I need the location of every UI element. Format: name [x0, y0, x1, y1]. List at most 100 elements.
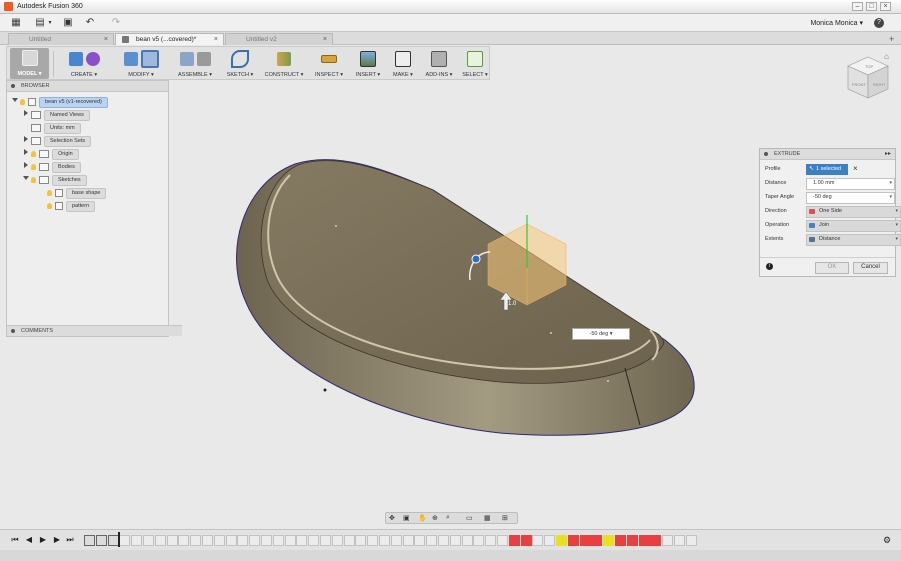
timeline-feature[interactable] [107, 535, 119, 546]
make-menu[interactable]: MAKE ▾ [387, 49, 419, 79]
maximize-button[interactable]: □ [866, 2, 877, 11]
timeline-feature[interactable] [497, 535, 508, 546]
timeline-feature[interactable] [520, 535, 532, 546]
timeline-marker[interactable] [118, 532, 120, 547]
timeline-feature[interactable] [508, 535, 520, 546]
direction-select[interactable]: One Side ▾ [806, 206, 901, 218]
timeline-feature[interactable] [567, 535, 579, 546]
timeline-feature[interactable] [355, 535, 367, 546]
expand-dialog-icon[interactable]: ▸▸ [885, 149, 891, 159]
redo-icon[interactable]: ↷ [110, 17, 122, 29]
visibility-bulb-icon[interactable] [20, 98, 25, 105]
workspace-switcher[interactable]: MODEL ▾ [10, 48, 49, 79]
profile-selection-button[interactable]: ↖ 1 selected [806, 164, 848, 175]
browser-item-units[interactable]: Units: mm [31, 123, 81, 134]
fit-icon[interactable]: ⌕ [446, 514, 450, 522]
comments-header[interactable]: COMMENTS [7, 325, 182, 336]
collapse-dot-icon[interactable] [764, 152, 768, 156]
timeline-feature[interactable] [331, 535, 343, 546]
timeline-feature[interactable] [178, 535, 190, 546]
expand-arrow-icon[interactable] [24, 162, 28, 168]
tab-bean[interactable]: bean v5 (...covered)* × [115, 33, 224, 45]
timeline-feature[interactable] [615, 535, 626, 546]
timeline-feature[interactable] [579, 535, 591, 546]
browser-item-selection-sets[interactable]: Selection Sets [24, 136, 92, 147]
close-tab-icon[interactable]: × [214, 34, 218, 45]
bean-body[interactable] [236, 159, 695, 436]
grid-settings-icon[interactable]: ▦ [484, 514, 491, 522]
browser-item-sketches[interactable]: Sketches [23, 175, 87, 186]
timeline-feature[interactable] [556, 535, 567, 546]
timeline-feature[interactable] [461, 535, 473, 546]
timeline-feature[interactable] [532, 535, 544, 546]
timeline-feature[interactable] [650, 535, 662, 546]
orbit-icon[interactable]: ✥ [389, 514, 395, 522]
taper-angle-input[interactable]: -50 deg ▾ [572, 328, 630, 340]
timeline-feature[interactable] [626, 535, 638, 546]
close-tab-icon[interactable]: × [104, 34, 108, 45]
assemble-menu[interactable]: ASSEMBLE ▾ [171, 49, 219, 79]
collapse-dot-icon[interactable] [11, 84, 15, 88]
extrude-header[interactable]: EXTRUDE ▸▸ [760, 149, 895, 160]
display-settings-icon[interactable]: ▭ [466, 514, 473, 522]
close-tab-icon[interactable]: × [323, 34, 327, 45]
modify-menu[interactable]: MODIFY ▾ [113, 49, 169, 79]
sketch-menu[interactable]: SKETCH ▾ [221, 49, 259, 79]
ok-button[interactable]: OK [815, 262, 849, 274]
look-at-icon[interactable]: ▣ [403, 514, 410, 522]
home-view-icon[interactable]: ⌂ [884, 52, 889, 61]
timeline-feature[interactable] [296, 535, 308, 546]
info-icon[interactable]: i [766, 263, 773, 270]
viewports-icon[interactable]: ⊞ [502, 514, 508, 522]
taper-angle-field[interactable]: -50 deg ▾ [806, 192, 895, 204]
timeline-feature[interactable] [367, 535, 379, 546]
timeline-feature[interactable] [213, 535, 225, 546]
timeline-feature[interactable] [449, 535, 461, 546]
timeline-feature[interactable] [414, 535, 426, 546]
browser-item-origin[interactable]: Origin [24, 149, 79, 160]
expand-arrow-icon[interactable] [24, 149, 28, 155]
timeline-feature[interactable] [143, 535, 154, 546]
create-menu[interactable]: CREATE ▾ [59, 49, 109, 79]
expand-arrow-icon[interactable] [24, 136, 28, 142]
timeline-feature[interactable] [390, 535, 402, 546]
timeline-feature[interactable] [603, 535, 615, 546]
timeline-feature[interactable] [190, 535, 202, 546]
visibility-bulb-icon[interactable] [31, 176, 36, 183]
timeline-feature[interactable] [166, 535, 178, 546]
timeline-feature[interactable] [438, 535, 449, 546]
expand-arrow-icon[interactable] [23, 176, 29, 180]
visibility-bulb-icon[interactable] [47, 202, 52, 209]
timeline-feature[interactable] [485, 535, 497, 546]
collapse-dot-icon[interactable] [11, 329, 15, 333]
tab-untitled-v2[interactable]: Untitled v2 × [225, 33, 333, 45]
browser-item-bodies[interactable]: Bodies [24, 162, 81, 173]
timeline-settings-icon[interactable]: ⚙ [882, 535, 892, 545]
timeline-feature[interactable] [402, 535, 414, 546]
timeline-track[interactable] [84, 530, 697, 551]
timeline-feature[interactable] [308, 535, 320, 546]
inspect-menu[interactable]: INSPECT ▾ [311, 49, 347, 79]
operation-select[interactable]: Join ▾ [806, 220, 901, 232]
file-dropdown-icon[interactable]: ▾ [44, 17, 56, 29]
timeline-feature[interactable] [84, 535, 95, 546]
grid-menu-icon[interactable]: ▦ [10, 17, 22, 29]
timeline-feature[interactable] [426, 535, 438, 546]
step-back-icon[interactable]: ◀ [24, 535, 34, 545]
timeline-feature[interactable] [261, 535, 272, 546]
undo-icon[interactable]: ↶ [84, 17, 96, 29]
user-account[interactable]: Monica Monica ▾ [810, 19, 863, 27]
timeline-feature[interactable] [272, 535, 284, 546]
timeline-feature[interactable] [119, 535, 131, 546]
browser-header[interactable]: BROWSER [7, 81, 168, 92]
taper-angle-manipulator[interactable] [471, 254, 481, 264]
browser-item-named-views[interactable]: Named Views [24, 110, 90, 121]
tab-untitled[interactable]: Untitled × [8, 33, 114, 45]
step-forward-icon[interactable]: ▶ [52, 535, 62, 545]
browser-root-item[interactable]: bean v5 (v1-recovered) [12, 97, 108, 108]
add-ins-menu[interactable]: ADD-INS ▾ [419, 49, 459, 79]
timeline-feature[interactable] [320, 535, 331, 546]
play-icon[interactable]: ▶ [38, 535, 48, 545]
timeline-feature[interactable] [249, 535, 261, 546]
timeline-feature[interactable] [544, 535, 556, 546]
